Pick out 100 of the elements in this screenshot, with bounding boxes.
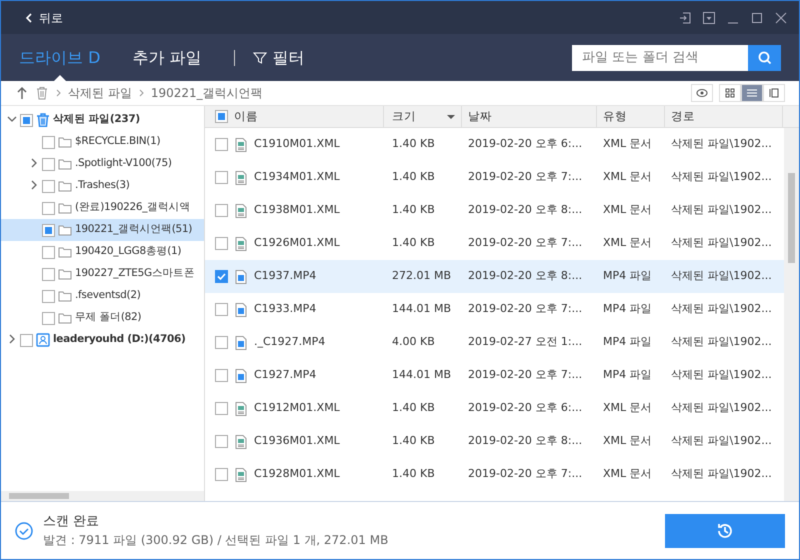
table-cell: 2019-02-20 오후 7:... [468,302,582,316]
tab[interactable]: 드라이브 D [19,34,100,81]
tree-label: .Spotlight-V100(75) [75,156,172,172]
document-icon [234,402,248,416]
file-row[interactable]: C1926M01.XML 1.40 KB 2019-02-20 오후 7:... XML 문서 삭제된 파일\1902... [205,227,784,260]
checkbox[interactable] [215,303,228,316]
tree-item[interactable]: .Trashes(3) [1,175,204,197]
user-drive-icon [36,333,50,347]
folder-icon [58,245,72,259]
column-header[interactable]: 크기 [392,108,416,126]
back-button[interactable]: 뒤로 [25,8,63,26]
close-icon[interactable] [775,12,787,24]
column-header[interactable]: 유형 [603,108,627,126]
filter-button[interactable]: 필터 [252,46,304,70]
tree-label: $RECYCLE.BIN(1) [75,134,160,150]
tree-item[interactable]: .Spotlight-V100(75) [1,153,204,175]
checkbox[interactable] [42,268,55,280]
tree-item[interactable]: .fseventsd(2) [1,285,204,307]
chevron-right-icon[interactable] [29,158,39,168]
checkbox[interactable] [42,180,55,192]
tree-item[interactable]: 190420_LGG8총평(1) [1,241,204,263]
file-row[interactable]: C1933.MP4 144.01 MB 2019-02-20 오후 7:... MP4 파일 삭제된 파일\1902... [205,293,784,326]
search-button[interactable] [748,44,781,70]
select-all-checkbox[interactable] [215,110,228,123]
video-file-icon [234,336,248,350]
file-row[interactable]: ._C1927.MP4 4.00 KB 2019-02-27 오전 1:... MP4 파일 삭제된 파일\1902... [205,326,784,359]
preview-view-button[interactable] [763,84,785,102]
file-row[interactable]: C1934M01.XML 1.40 KB 2019-02-20 오후 7:... XML 문서 삭제된 파일\1902... [205,161,784,194]
checkbox[interactable] [215,369,228,382]
checkbox[interactable] [42,202,55,214]
checkbox[interactable] [215,435,228,448]
tree-item[interactable]: 삭제된 파일(237) [1,109,204,131]
chevron-right-icon[interactable] [29,180,39,190]
recover-button[interactable] [665,514,785,548]
file-row[interactable]: C1912M01.XML 1.40 KB 2019-02-20 오후 6:... XML 문서 삭제된 파일\1902... [205,392,784,425]
up-arrow-icon[interactable] [15,86,29,100]
column-header[interactable]: 날짜 [468,108,492,126]
tree-item[interactable]: $RECYCLE.BIN(1) [1,131,204,153]
chevron-down-icon[interactable] [7,114,17,124]
checkbox[interactable] [20,334,33,346]
checkbox[interactable] [215,237,228,250]
checkbox[interactable] [215,138,228,151]
table-cell: 삭제된 파일\1902... [671,368,772,382]
table-cell: 2019-02-20 오후 8:... [468,203,582,216]
checkbox[interactable] [42,224,55,236]
grid-icon [725,88,735,98]
file-row[interactable]: C1928M01.XML 1.40 KB 2019-02-20 오후 7:... XML 문서 삭제된 파일\1902... [205,458,784,491]
checkbox[interactable] [215,270,228,283]
preview-toggle-button[interactable] [691,84,713,102]
vertical-scrollbar[interactable] [784,128,799,501]
column-header[interactable]: 경로 [671,108,695,126]
tree-item[interactable]: leaderyouhd (D:)(4706) [1,329,204,351]
checkbox[interactable] [42,136,55,148]
column-header[interactable]: 이름 [234,108,258,126]
checkbox[interactable] [20,114,33,126]
chevron-right-icon[interactable] [7,334,17,344]
file-row[interactable]: C1910M01.XML 1.40 KB 2019-02-20 오후 6:... XML 문서 삭제된 파일\1902... [205,128,784,161]
table-cell: MP4 파일 [603,302,652,316]
tab[interactable]: 추가 파일 [132,34,202,81]
trash-icon[interactable] [35,86,49,100]
maximize-icon[interactable] [751,12,763,24]
checkbox[interactable] [215,402,228,415]
file-row[interactable]: C1938M01.XML 1.40 KB 2019-02-20 오후 8:... XML 문서 삭제된 파일\1902... [205,194,784,227]
tree-label: 190227_ZTE5G스마트폰 [75,266,195,282]
file-row[interactable]: C1927.MP4 144.01 MB 2019-02-20 오후 7:... MP4 파일 삭제된 파일\1902... [205,359,784,392]
grid-view-button[interactable] [719,84,741,102]
checkbox[interactable] [42,246,55,258]
tree-item[interactable]: (완료)190226_갤럭시액 [1,197,204,219]
breadcrumb-item[interactable]: 삭제된 파일 [68,84,132,102]
table-cell-text: C1937.MP4 [254,268,316,284]
checkbox[interactable] [42,290,55,302]
checkbox[interactable] [42,158,55,170]
checkbox[interactable] [215,468,228,481]
tree-item[interactable]: 190227_ZTE5G스마트폰 [1,263,204,285]
table-cell: MP4 파일 [603,368,652,382]
checkbox[interactable] [215,171,228,184]
table-cell: 2019-02-20 오후 7:... [468,170,582,184]
chevron-left-icon [25,12,33,22]
table-cell-text: C1927.MP4 [254,367,316,384]
tree-item[interactable]: 190221_갤럭시언팩(51) [1,219,204,241]
table-cell: 2019-02-20 오후 8:... [468,434,582,448]
checkbox[interactable] [215,204,228,217]
dropdown-icon[interactable] [703,12,715,24]
search-field[interactable]: 파일 또는 폴더 검색 [572,44,748,70]
sign-out-icon[interactable] [679,12,691,24]
tree-label: (완료)190226_갤럭시액 [75,200,190,216]
table-cell: 2019-02-20 오후 8:... [468,269,582,282]
file-row[interactable]: C1936M01.XML 1.40 KB 2019-02-20 오후 8:... XML 문서 삭제된 파일\1902... [205,425,784,458]
checkbox[interactable] [42,312,55,324]
folder-icon [58,135,72,149]
horizontal-scrollbar[interactable] [1,491,204,501]
list-view-button[interactable] [741,84,763,102]
table-cell-text: C1912M01.XML [254,400,340,416]
table-cell: 삭제된 파일\1902... [671,335,772,348]
file-row[interactable]: C1937.MP4 272.01 MB 2019-02-20 오후 8:... MP4 파일 삭제된 파일\1902... [205,260,784,293]
tree-label: .fseventsd(2) [75,288,141,304]
sort-down-icon[interactable] [447,114,455,120]
tree-item[interactable]: 무제 폴더(82) [1,307,204,329]
checkbox[interactable] [215,336,228,349]
breadcrumb-item[interactable]: 190221_갤럭시언팩 [150,84,263,102]
